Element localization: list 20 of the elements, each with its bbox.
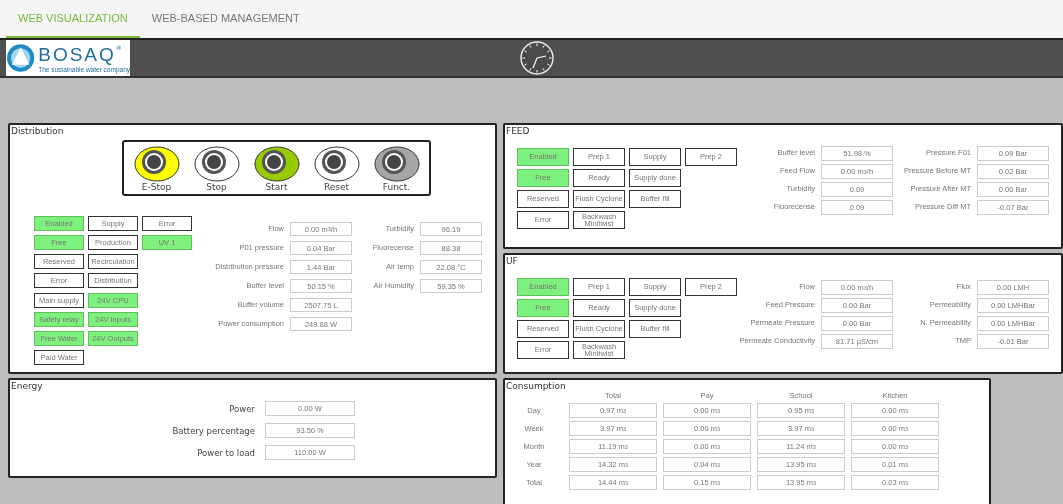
knob-icon	[253, 146, 300, 182]
panel-title: UF	[505, 255, 519, 266]
knob-icon	[133, 146, 180, 182]
tab[interactable]: WEB-BASED MANAGEMENT	[139, 0, 312, 38]
push-button[interactable]: Reset	[309, 146, 364, 192]
reading-label: Battery percentage	[171, 425, 255, 436]
reading-label: Power	[228, 403, 255, 414]
knob-icon	[313, 146, 360, 182]
knob-icon	[193, 146, 240, 182]
push-button[interactable]: Stop	[189, 146, 244, 192]
panel-title: Energy	[10, 380, 44, 391]
panel-title: Distribution	[10, 125, 65, 136]
knob-icon	[373, 146, 420, 182]
panel-title: FEED	[505, 125, 531, 136]
reading-label: Power to load	[196, 447, 255, 458]
logo-wordmark: BOSAQ	[38, 43, 116, 66]
push-button[interactable]: Funct.	[369, 146, 424, 192]
push-button[interactable]: Start	[249, 146, 304, 192]
push-button[interactable]: E-Stop	[129, 146, 184, 192]
panel-title: Consumption	[505, 380, 567, 391]
